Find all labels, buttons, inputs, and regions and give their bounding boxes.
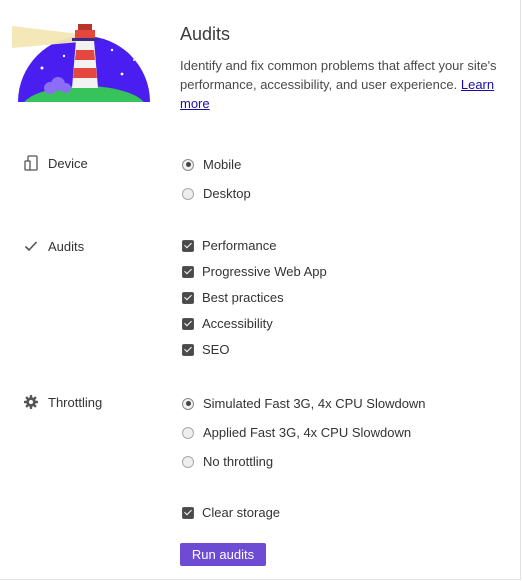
best-practices-checkbox[interactable] <box>182 291 194 304</box>
accessibility-checkbox[interactable] <box>182 317 194 330</box>
audit-option-seo[interactable]: SEO <box>182 342 229 357</box>
checkmark-icon <box>22 237 40 255</box>
applied-radio[interactable] <box>182 426 194 439</box>
clear-storage-label: Clear storage <box>202 505 281 520</box>
throttling-section-label: Throttling <box>22 393 102 411</box>
device-section-label: Device <box>22 154 88 172</box>
audits-panel: Audits Identify and fix common problems … <box>0 0 521 580</box>
audits-label: Audits <box>48 238 85 254</box>
mobile-radio[interactable] <box>182 158 194 171</box>
seo-checkbox[interactable] <box>182 343 194 356</box>
run-audits-button[interactable]: Run audits <box>180 543 266 566</box>
performance-label: Performance <box>202 238 277 253</box>
mobile-label: Mobile <box>203 157 242 172</box>
throttling-option-simulated[interactable]: Simulated Fast 3G, 4x CPU Slowdown <box>182 396 426 411</box>
desktop-radio[interactable] <box>182 187 194 200</box>
throttling-option-applied[interactable]: Applied Fast 3G, 4x CPU Slowdown <box>182 425 411 440</box>
applied-label: Applied Fast 3G, 4x CPU Slowdown <box>203 425 412 440</box>
no-throttling-radio[interactable] <box>182 455 194 468</box>
throttling-label: Throttling <box>48 394 103 410</box>
audit-option-best-practices[interactable]: Best practices <box>182 290 284 305</box>
audits-section-label: Audits <box>22 237 84 255</box>
pwa-checkbox[interactable] <box>182 265 194 278</box>
mobile-device-icon <box>22 154 40 172</box>
clear-storage-option[interactable]: Clear storage <box>182 505 280 520</box>
audit-option-performance[interactable]: Performance <box>182 238 276 253</box>
device-option-desktop[interactable]: Desktop <box>182 186 251 201</box>
description: Identify and fix common problems that af… <box>180 56 510 113</box>
simulated-radio[interactable] <box>182 397 194 410</box>
description-text: Identify and fix common problems that af… <box>180 58 497 92</box>
lighthouse-logo <box>12 24 150 102</box>
audit-option-pwa[interactable]: Progressive Web App <box>182 264 327 279</box>
accessibility-label: Accessibility <box>202 316 273 331</box>
audit-option-accessibility[interactable]: Accessibility <box>182 316 273 331</box>
seo-label: SEO <box>202 342 230 357</box>
performance-checkbox[interactable] <box>182 239 194 252</box>
device-label: Device <box>48 155 88 171</box>
desktop-label: Desktop <box>203 186 251 201</box>
gear-icon <box>22 393 40 411</box>
pwa-label: Progressive Web App <box>202 264 327 279</box>
no-throttling-label: No throttling <box>203 454 274 469</box>
clear-storage-checkbox[interactable] <box>182 506 194 519</box>
throttling-option-none[interactable]: No throttling <box>182 454 273 469</box>
device-option-mobile[interactable]: Mobile <box>182 157 241 172</box>
page-title: Audits <box>180 24 231 44</box>
best-practices-label: Best practices <box>202 290 284 305</box>
simulated-label: Simulated Fast 3G, 4x CPU Slowdown <box>203 396 426 411</box>
